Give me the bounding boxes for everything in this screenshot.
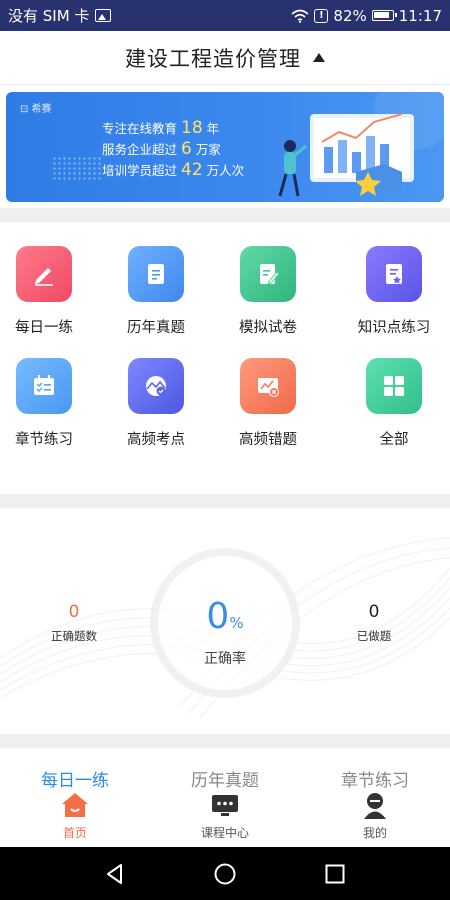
past-exams-label: 历年真题 — [127, 320, 185, 336]
banner-line-2-unit: 万家 — [195, 142, 221, 157]
nav-profile-label: 我的 — [362, 826, 387, 840]
feature-chapter-practice[interactable]: 章节练习 — [0, 358, 100, 449]
knowledge-icon — [386, 264, 402, 284]
feature-past-exams[interactable]: 历年真题 — [100, 246, 212, 337]
frequent-mistakes-label: 高频错题 — [239, 432, 297, 448]
feature-grid: 每日一练 历年真题 模拟试卷 知识点练习 章节练习 高频考点 高频错题 全部 — [0, 222, 450, 494]
banner-line-3-unit: 万人次 — [206, 163, 245, 178]
done-count-value: 0 — [368, 602, 380, 622]
clock: 11:17 — [398, 6, 442, 25]
accuracy-number: 0 — [206, 596, 230, 637]
feature-daily-practice[interactable]: 每日一练 — [0, 246, 100, 337]
chapter-practice-tile[interactable] — [16, 358, 72, 414]
feature-knowledge-practice[interactable]: 知识点练习 — [338, 246, 450, 337]
all-tile[interactable] — [366, 358, 422, 414]
past-exams-tile[interactable] — [128, 246, 184, 302]
hot-points-label: 高频考点 — [127, 432, 185, 448]
banner-line-3-number: 42 — [181, 160, 203, 180]
done-count-label: 已做题 — [356, 629, 392, 643]
home-circle-icon[interactable] — [213, 862, 237, 886]
nav-home-label: 首页 — [62, 826, 87, 840]
course-icon — [210, 790, 240, 820]
banner-line-2-number: 6 — [181, 139, 192, 159]
nav-course-center-label: 课程中心 — [200, 826, 249, 840]
daily-practice-label: 每日一练 — [15, 320, 73, 336]
back-icon[interactable] — [103, 862, 127, 886]
all-label: 全部 — [379, 432, 409, 448]
system-nav-bar — [0, 847, 450, 900]
exam-paper-icon — [260, 264, 280, 285]
bottom-bar: 每日一练 历年真题 章节练习 首页 课程中心 我的 — [0, 748, 450, 846]
practice-stats: 0 正确题数 0% 正确率 0 已做题 — [0, 508, 450, 734]
frequent-mistakes-tile[interactable] — [240, 358, 296, 414]
page-title[interactable]: 建设工程造价管理 — [125, 43, 301, 73]
document-icon — [148, 264, 164, 284]
knowledge-practice-tile[interactable] — [366, 246, 422, 302]
brand-logo: ⊡ 希赛 — [20, 104, 52, 115]
accuracy-value: 0% — [158, 596, 292, 637]
caret-up-icon[interactable] — [313, 53, 325, 62]
profile-icon — [360, 790, 390, 820]
banner-illustration — [278, 92, 444, 197]
home-icon — [60, 790, 90, 820]
divider — [0, 734, 450, 748]
daily-practice-tile[interactable] — [16, 246, 72, 302]
grid-icon — [384, 376, 404, 396]
pencil-icon — [35, 268, 53, 286]
feature-mock-exam[interactable]: 模拟试卷 — [212, 246, 324, 337]
banner-line-2-text: 服务企业超过 — [102, 142, 178, 157]
bottom-nav: 首页 课程中心 我的 — [0, 788, 450, 841]
app-header[interactable]: 建设工程造价管理 — [0, 31, 450, 85]
dot-pattern — [52, 156, 102, 182]
mock-exam-tile[interactable] — [240, 246, 296, 302]
banner-line-1-number: 18 — [181, 118, 203, 138]
promo-banner[interactable]: ⊡ 希赛 专注在线教育 18 年 服务企业超过 6 万家 培训学员超过 42 万人次 — [6, 92, 444, 202]
accuracy-label: 正确率 — [204, 651, 246, 667]
divider — [0, 494, 450, 508]
status-bar: 没有 SIM 卡 ! 82% 11:17 — [0, 0, 450, 31]
correct-count-label: 正确题数 — [51, 629, 97, 643]
accuracy-ring: 0% 正确率 — [150, 548, 300, 698]
chapter-practice-label: 章节练习 — [15, 432, 73, 448]
nav-profile[interactable]: 我的 — [300, 788, 450, 841]
hot-points-tile[interactable] — [128, 358, 184, 414]
chart-error-icon — [258, 378, 279, 397]
banner-line-3-text: 培训学员超过 — [102, 163, 178, 178]
carrier-text: 没有 SIM 卡 — [8, 7, 90, 25]
knowledge-practice-label: 知识点练习 — [357, 320, 431, 336]
checklist-icon — [34, 375, 54, 395]
mock-exam-label: 模拟试卷 — [239, 320, 297, 336]
banner-line-1-unit: 年 — [206, 121, 220, 136]
feature-all[interactable]: 全部 — [338, 358, 450, 449]
image-notification-icon — [95, 9, 112, 22]
correct-count-value: 0 — [68, 602, 80, 622]
feature-hot-points[interactable]: 高频考点 — [100, 358, 212, 449]
mountain-check-icon — [146, 376, 166, 396]
recent-apps-icon[interactable] — [323, 862, 347, 886]
alert-icon: ! — [314, 8, 329, 23]
battery-icon — [371, 10, 397, 21]
battery-percent: 82% — [333, 6, 367, 25]
banner-line-1-text: 专注在线教育 — [102, 121, 178, 136]
done-count-stat: 0 已做题 — [329, 602, 419, 644]
nav-home[interactable]: 首页 — [0, 788, 150, 841]
feature-frequent-mistakes[interactable]: 高频错题 — [212, 358, 324, 449]
divider — [0, 208, 450, 222]
nav-course-center[interactable]: 课程中心 — [150, 788, 300, 841]
accuracy-unit: % — [229, 614, 244, 632]
banner-text: 专注在线教育 18 年 服务企业超过 6 万家 培训学员超过 42 万人次 — [102, 118, 244, 181]
correct-count-stat: 0 正确题数 — [29, 602, 119, 644]
wifi-icon — [291, 9, 309, 23]
